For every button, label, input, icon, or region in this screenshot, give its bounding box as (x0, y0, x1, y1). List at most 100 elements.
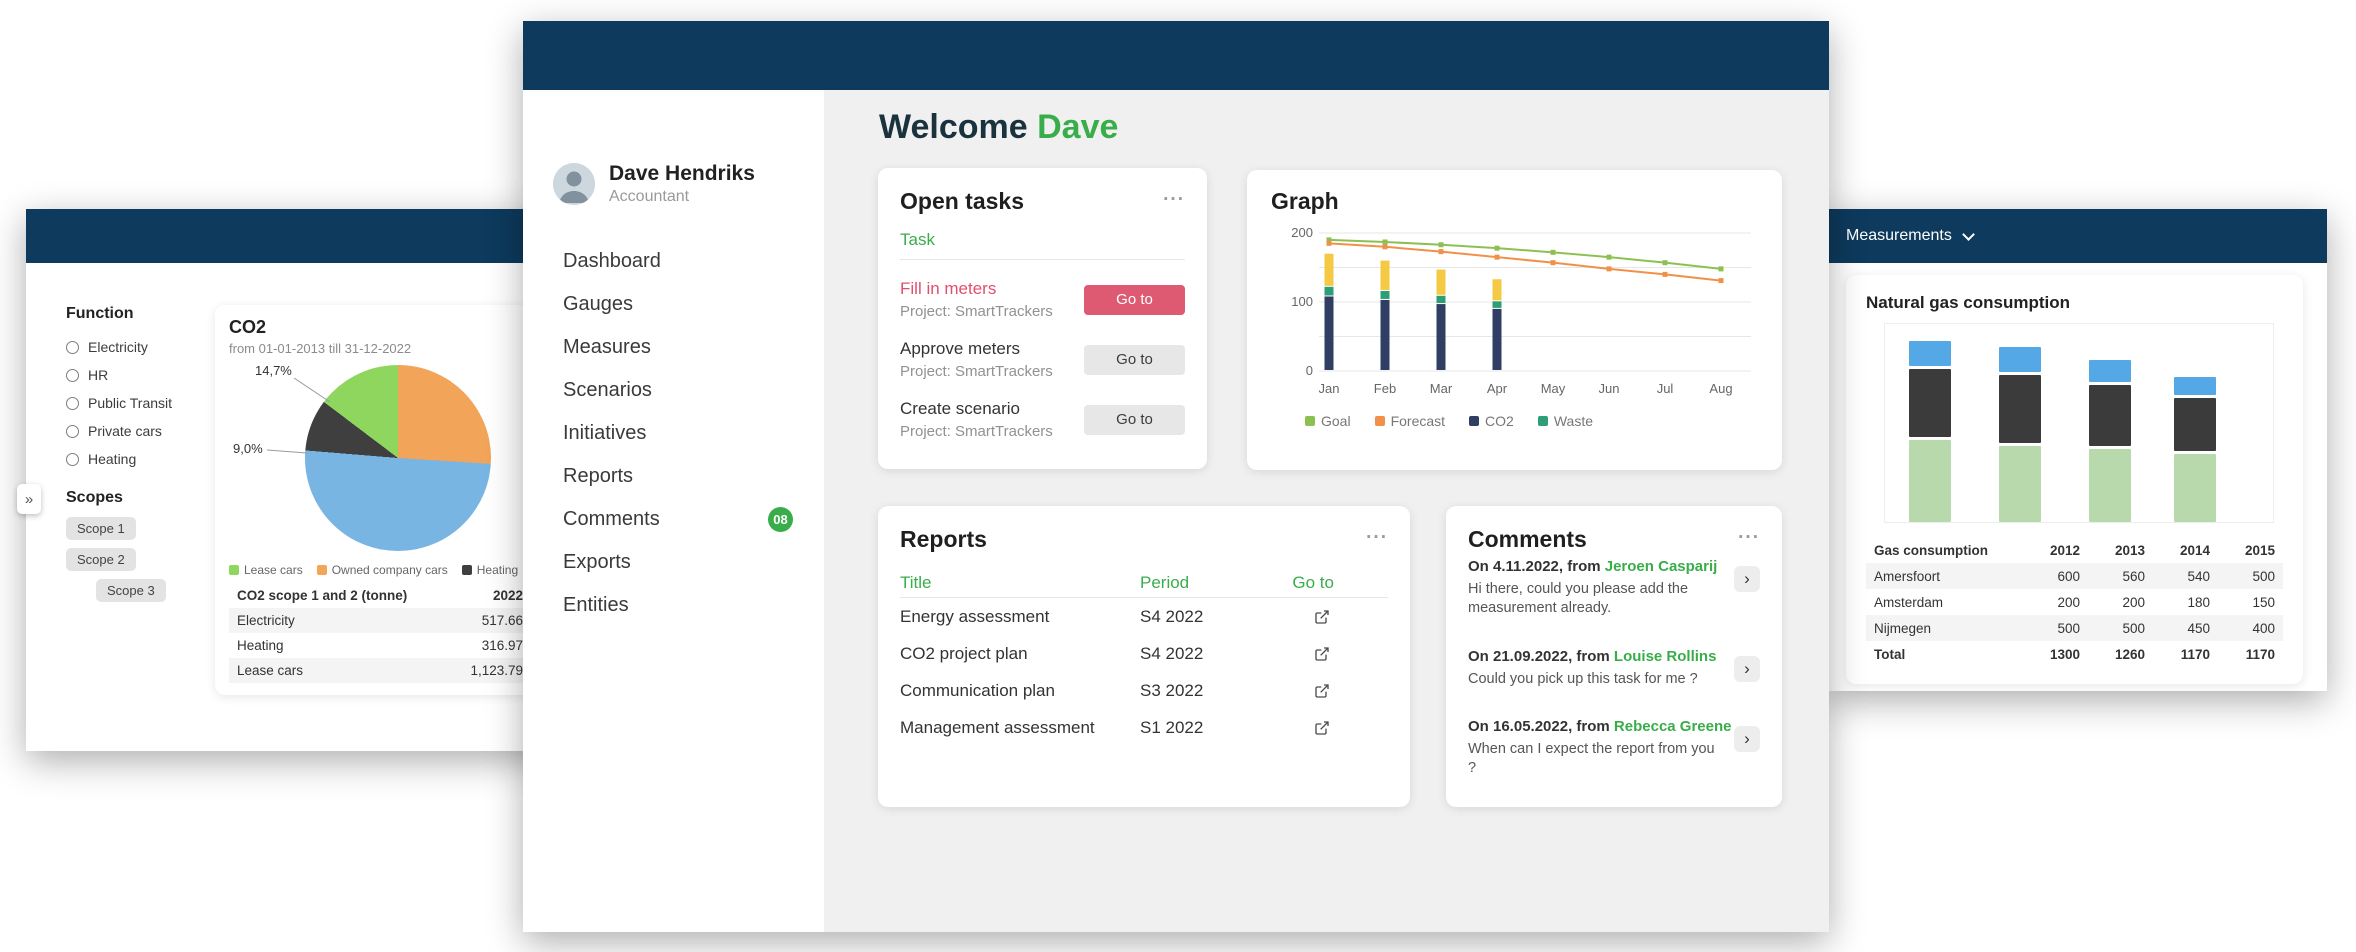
comment-item: On 21.09.2022, from Louise Rollins Could… (1468, 648, 1760, 689)
chip-scope-3[interactable]: Scope 3 (96, 579, 166, 602)
gas-bar-segment (2089, 385, 2131, 446)
sidebar-item-label: Scenarios (563, 379, 652, 402)
open-tasks-card: Open tasks ... Task Fill in meters Proje… (878, 168, 1207, 469)
gas-bar-segment (2174, 398, 2216, 452)
row-label: Electricity (237, 613, 439, 628)
sidebar-item-initiatives[interactable]: Initiatives (563, 412, 793, 455)
row-value: 150 (2210, 595, 2275, 610)
ellipsis-menu-icon[interactable]: ... (1738, 526, 1760, 540)
sidebar-item-label: Reports (563, 465, 633, 488)
co2-table-header-year: 2022 (439, 588, 523, 603)
open-report-icon[interactable] (1314, 646, 1388, 662)
open-report-icon[interactable] (1314, 683, 1388, 699)
gas-bar-segment (2174, 454, 2216, 522)
user-profile: Dave Hendriks Accountant (523, 90, 824, 206)
report-period: S1 2022 (1140, 718, 1290, 738)
report-title: CO2 project plan (900, 644, 1140, 664)
row-value: 400 (2210, 621, 2275, 636)
row-value: 1170 (2145, 647, 2210, 662)
open-comment-button[interactable]: › (1734, 656, 1760, 682)
comment-item: On 4.11.2022, from Jeroen Casparij Hi th… (1468, 558, 1760, 618)
sidebar-item-measures[interactable]: Measures (563, 326, 793, 369)
legend-label: Goal (1321, 413, 1351, 429)
window-measurements: Measurements Natural gas consumption Gas… (1827, 209, 2327, 691)
radio-option-heating[interactable]: Heating (66, 445, 216, 473)
open-comment-button[interactable]: › (1734, 726, 1760, 752)
gas-table-header: Gas consumption 2012 2013 2014 2015 (1866, 537, 2283, 563)
welcome-prefix: Welcome (879, 108, 1028, 146)
goto-task-button[interactable]: Go to (1084, 405, 1185, 435)
chip-scope-1[interactable]: Scope 1 (66, 517, 136, 540)
open-comment-button[interactable]: › (1734, 566, 1760, 592)
ellipsis-menu-icon[interactable]: ... (1163, 188, 1185, 202)
task-row: Fill in meters Project: SmartTrackers Go… (900, 279, 1185, 320)
open-report-icon[interactable] (1314, 720, 1388, 736)
sidebar-item-exports[interactable]: Exports (563, 541, 793, 584)
ellipsis-menu-icon[interactable]: ... (1366, 526, 1388, 540)
sidebar-item-gauges[interactable]: Gauges (563, 283, 793, 326)
gas-bar-segment (1999, 347, 2041, 372)
radio-option-electricity[interactable]: Electricity (66, 333, 216, 361)
sidebar-item-entities[interactable]: Entities (563, 584, 793, 627)
measurements-menu[interactable]: Measurements (1846, 209, 1973, 263)
report-period: S3 2022 (1140, 681, 1290, 701)
row-label: Amsterdam (1874, 595, 2015, 610)
function-filter-label: Function (66, 305, 216, 323)
task-project: Project: SmartTrackers (900, 423, 1053, 440)
gas-chart-plot (1884, 323, 2274, 523)
row-value: 560 (2080, 569, 2145, 584)
table-row-total: Total 1300 1260 1170 1170 (1866, 641, 2283, 667)
comment-text: Hi there, could you please add the measu… (1468, 580, 1720, 618)
radio-label: Private cars (88, 423, 162, 439)
co2-table: CO2 scope 1 and 2 (tonne) 2022 Electrici… (229, 583, 531, 683)
sidebar-item-scenarios[interactable]: Scenarios (563, 369, 793, 412)
window-dashboard-main: Dave Hendriks Accountant Dashboard Gauge… (523, 21, 1829, 932)
comment-author: Jeroen Casparij (1605, 558, 1718, 575)
task-row: Create scenario Project: SmartTrackers G… (900, 399, 1185, 440)
sidebar-item-dashboard[interactable]: Dashboard (563, 240, 793, 283)
report-title: Energy assessment (900, 607, 1140, 627)
open-report-icon[interactable] (1314, 609, 1388, 625)
row-value: 200 (2015, 595, 2080, 610)
co2-card-subtitle: from 01-01-2013 till 31-12-2022 (229, 341, 531, 356)
row-value: 600 (2015, 569, 2080, 584)
main-window-topbar (523, 21, 1829, 90)
sidebar-item-comments[interactable]: Comments 08 (563, 498, 793, 541)
report-row: Energy assessment S4 2022 (900, 598, 1388, 635)
comment-item: On 16.05.2022, from Rebecca Greene When … (1468, 718, 1760, 778)
comments-card: Comments ... On 4.11.2022, from Jeroen C… (1446, 506, 1782, 807)
comment-text: When can I expect the report from you ? (1468, 740, 1720, 778)
radio-option-private-cars[interactable]: Private cars (66, 417, 216, 445)
task-name: Create scenario (900, 399, 1053, 419)
radio-option-public-transit[interactable]: Public Transit (66, 389, 216, 417)
divider (900, 259, 1185, 260)
reports-col-goto: Go to (1292, 573, 1388, 593)
gas-bar-segment (1999, 375, 2041, 443)
sidebar-item-reports[interactable]: Reports (563, 455, 793, 498)
gas-card-title: Natural gas consumption (1866, 293, 2283, 313)
radio-option-hr[interactable]: HR (66, 361, 216, 389)
dashboard-graph-svg: 0100200JanFebMarAprMayJunJulAug (1271, 221, 1758, 406)
table-row: Lease cars 1,123.79 (229, 658, 531, 683)
sidebar-item-label: Dashboard (563, 250, 661, 273)
goto-task-button[interactable]: Go to (1084, 285, 1185, 315)
legend-label: Lease cars (244, 563, 303, 577)
collapse-panel-button[interactable]: » (17, 484, 41, 514)
sidebar: Dave Hendriks Accountant Dashboard Gauge… (523, 90, 824, 932)
chevron-down-icon (1962, 228, 1975, 241)
reports-card-title: Reports (900, 526, 987, 553)
svg-text:200: 200 (1291, 225, 1313, 240)
header-cell: 2014 (2145, 543, 2210, 558)
task-project: Project: SmartTrackers (900, 303, 1053, 320)
scopes-chips: Scope 1 Scope 2 Scope 3 (66, 517, 216, 610)
goto-task-button[interactable]: Go to (1084, 345, 1185, 375)
report-row: Management assessment S1 2022 (900, 709, 1388, 746)
chip-scope-2[interactable]: Scope 2 (66, 548, 136, 571)
co2-pie-legend: Lease cars Owned company cars Heating (229, 563, 518, 577)
comments-card-title: Comments (1468, 526, 1587, 553)
user-role: Accountant (609, 188, 755, 206)
row-value: 517.66 (439, 613, 523, 628)
row-value: 316.97 (439, 638, 523, 653)
right-window-header: Measurements (1827, 209, 2327, 263)
legend-label: Owned company cars (332, 563, 448, 577)
